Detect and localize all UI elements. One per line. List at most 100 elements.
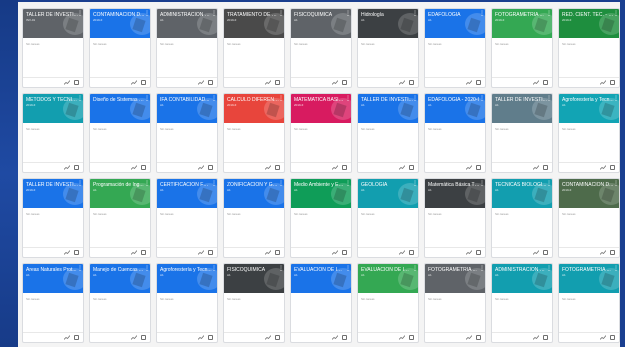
class-card-header[interactable]: Agroforestería y Tecn... A1 ⋮ [559, 94, 619, 123]
class-card-header[interactable]: ADMINISTRACIÓN D... A1 ⋮ [157, 9, 217, 38]
class-card[interactable]: TALLER DE INVESTI... 2019-II ⋮ Sin tareas [22, 178, 84, 258]
more-vert-icon[interactable]: ⋮ [479, 181, 485, 187]
class-card[interactable]: ADMINISTRACIÓN D... A1 ⋮ Sin tareas [491, 263, 553, 343]
folder-icon[interactable] [342, 165, 347, 170]
class-card-header[interactable]: TRATAMIENTO DE R... 2019-II ⋮ [224, 9, 284, 38]
folder-icon[interactable] [543, 165, 548, 170]
trending-up-icon[interactable] [64, 250, 70, 255]
trending-up-icon[interactable] [399, 165, 405, 170]
class-card[interactable]: TRATAMIENTO DE R... 2019-II ⋮ Sin tareas [223, 8, 285, 88]
more-vert-icon[interactable]: ⋮ [278, 96, 284, 102]
class-card-header[interactable]: Medio Ambiente y Em... A1 ⋮ [291, 179, 351, 208]
trending-up-icon[interactable] [131, 165, 137, 170]
class-card[interactable]: EDAFOLOGÍA A1 ⋮ Sin tareas [424, 8, 486, 88]
trending-up-icon[interactable] [600, 335, 606, 340]
folder-icon[interactable] [74, 335, 79, 340]
folder-icon[interactable] [208, 80, 213, 85]
class-card[interactable]: Hidrología A1 ⋮ Sin tareas [357, 8, 419, 88]
class-card[interactable]: Agroforestería y Tecn... A1 ⋮ Sin tareas [156, 263, 218, 343]
class-card-header[interactable]: Manejo de Cuencas ... A1 ⋮ [90, 264, 150, 293]
more-vert-icon[interactable]: ⋮ [546, 266, 552, 272]
class-card-header[interactable]: IFA CONTABILIDAD... A1 ⋮ [157, 94, 217, 123]
class-card[interactable]: Manejo de Cuencas ... A1 ⋮ Sin tareas [89, 263, 151, 343]
trending-up-icon[interactable] [466, 250, 472, 255]
class-card-header[interactable]: Diseño de Sistemas Ep... ⋮ [90, 94, 150, 123]
folder-icon[interactable] [476, 335, 481, 340]
more-vert-icon[interactable]: ⋮ [144, 266, 150, 272]
more-vert-icon[interactable]: ⋮ [211, 96, 217, 102]
more-vert-icon[interactable]: ⋮ [144, 181, 150, 187]
trending-up-icon[interactable] [600, 165, 606, 170]
folder-icon[interactable] [141, 165, 146, 170]
class-card-header[interactable]: CALCULO DIFERENC... 2019-II ⋮ [224, 94, 284, 123]
class-card[interactable]: FOTOGRAMETRIA ... A1 ⋮ Sin tareas [424, 263, 486, 343]
more-vert-icon[interactable]: ⋮ [546, 11, 552, 17]
class-card-header[interactable]: FISICOQUÍMICA A1 ⋮ [291, 9, 351, 38]
folder-icon[interactable] [141, 335, 146, 340]
trending-up-icon[interactable] [600, 250, 606, 255]
trending-up-icon[interactable] [198, 250, 204, 255]
class-card[interactable]: GEOLOGÍA A1 ⋮ Sin tareas [357, 178, 419, 258]
trending-up-icon[interactable] [399, 80, 405, 85]
more-vert-icon[interactable]: ⋮ [211, 11, 217, 17]
folder-icon[interactable] [409, 165, 414, 170]
class-card[interactable]: ADMINISTRACIÓN D... A1 ⋮ Sin tareas [156, 8, 218, 88]
trending-up-icon[interactable] [131, 335, 137, 340]
class-card[interactable]: FISICOQUÍMICA A1 ⋮ Sin tareas [290, 8, 352, 88]
class-card[interactable]: TÉCNICAS BIOLÓGI... A1 ⋮ Sin tareas [491, 178, 553, 258]
folder-icon[interactable] [409, 250, 414, 255]
more-vert-icon[interactable]: ⋮ [412, 181, 418, 187]
class-card-header[interactable]: FOTOGRAMETRIA ... 2019-II ⋮ [492, 9, 552, 38]
more-vert-icon[interactable]: ⋮ [77, 96, 83, 102]
trending-up-icon[interactable] [265, 335, 271, 340]
class-card[interactable]: Áreas Naturales Prot... A1 ⋮ Sin tareas [22, 263, 84, 343]
trending-up-icon[interactable] [265, 250, 271, 255]
folder-icon[interactable] [543, 335, 548, 340]
class-card-header[interactable]: Agroforestería y Tecn... A1 ⋮ [157, 264, 217, 293]
more-vert-icon[interactable]: ⋮ [77, 11, 83, 17]
class-card-header[interactable]: Matemática Básica TM... A1 ⋮ [425, 179, 485, 208]
more-vert-icon[interactable]: ⋮ [613, 266, 619, 272]
more-vert-icon[interactable]: ⋮ [412, 11, 418, 17]
class-card[interactable]: TALLER DE INVESTI... A1 ⋮ Sin tareas [491, 93, 553, 173]
class-card-header[interactable]: EDAFOLOGÍA - 2020-I A1 ⋮ [425, 94, 485, 123]
class-card[interactable]: CALCULO DIFERENC... 2019-II ⋮ Sin tareas [223, 93, 285, 173]
folder-icon[interactable] [275, 165, 280, 170]
class-card[interactable]: FOTOGRAMETRIA ... A1 ⋮ Sin tareas [558, 263, 620, 343]
more-vert-icon[interactable]: ⋮ [546, 96, 552, 102]
class-card[interactable]: TALLER DE INVESTI... INV-01 ⋮ Sin tareas [22, 8, 84, 88]
class-card-header[interactable]: ZONIFICACIÓN Y GE... A1 ⋮ [224, 179, 284, 208]
folder-icon[interactable] [74, 165, 79, 170]
class-card[interactable]: TALLER DE INVESTI... A1 ⋮ Sin tareas [357, 93, 419, 173]
folder-icon[interactable] [409, 335, 414, 340]
folder-icon[interactable] [74, 250, 79, 255]
more-vert-icon[interactable]: ⋮ [278, 11, 284, 17]
class-card-header[interactable]: EVALUACIÓN DE IMP... A1 ⋮ [358, 264, 418, 293]
class-card[interactable]: RED. CIENT. TEC. - Ril... 2019-II ⋮ Sin tar… [558, 8, 620, 88]
trending-up-icon[interactable] [399, 250, 405, 255]
trending-up-icon[interactable] [198, 165, 204, 170]
trending-up-icon[interactable] [600, 80, 606, 85]
class-card[interactable]: CONTAMINACIÓN D... 2019-II ⋮ Sin tareas [558, 178, 620, 258]
folder-icon[interactable] [409, 80, 414, 85]
folder-icon[interactable] [610, 250, 615, 255]
more-vert-icon[interactable]: ⋮ [479, 96, 485, 102]
more-vert-icon[interactable]: ⋮ [211, 266, 217, 272]
trending-up-icon[interactable] [332, 250, 338, 255]
more-vert-icon[interactable]: ⋮ [479, 11, 485, 17]
more-vert-icon[interactable]: ⋮ [345, 181, 351, 187]
trending-up-icon[interactable] [332, 335, 338, 340]
class-card-header[interactable]: CONTAMINACION D... 2019-II ⋮ [90, 9, 150, 38]
class-card-header[interactable]: TALLER DE INVESTI... A1 ⋮ [492, 94, 552, 123]
class-card[interactable]: EVALUACIÓN DE IMP... A1 ⋮ [290, 263, 352, 343]
class-card-header[interactable]: METODOS Y TECNIC... 2019-II ⋮ [23, 94, 83, 123]
class-card-header[interactable]: TALLER DE INVESTI... 2019-II ⋮ [23, 179, 83, 208]
trending-up-icon[interactable] [131, 80, 137, 85]
more-vert-icon[interactable]: ⋮ [278, 181, 284, 187]
more-vert-icon[interactable]: ⋮ [278, 266, 284, 272]
class-card[interactable]: CONTAMINACION D... 2019-II ⋮ Sin tareas [89, 8, 151, 88]
trending-up-icon[interactable] [533, 165, 539, 170]
trending-up-icon[interactable] [399, 335, 405, 340]
class-card-header[interactable]: TÉCNICAS BIOLÓGI... A1 ⋮ [492, 179, 552, 208]
more-vert-icon[interactable]: ⋮ [613, 96, 619, 102]
